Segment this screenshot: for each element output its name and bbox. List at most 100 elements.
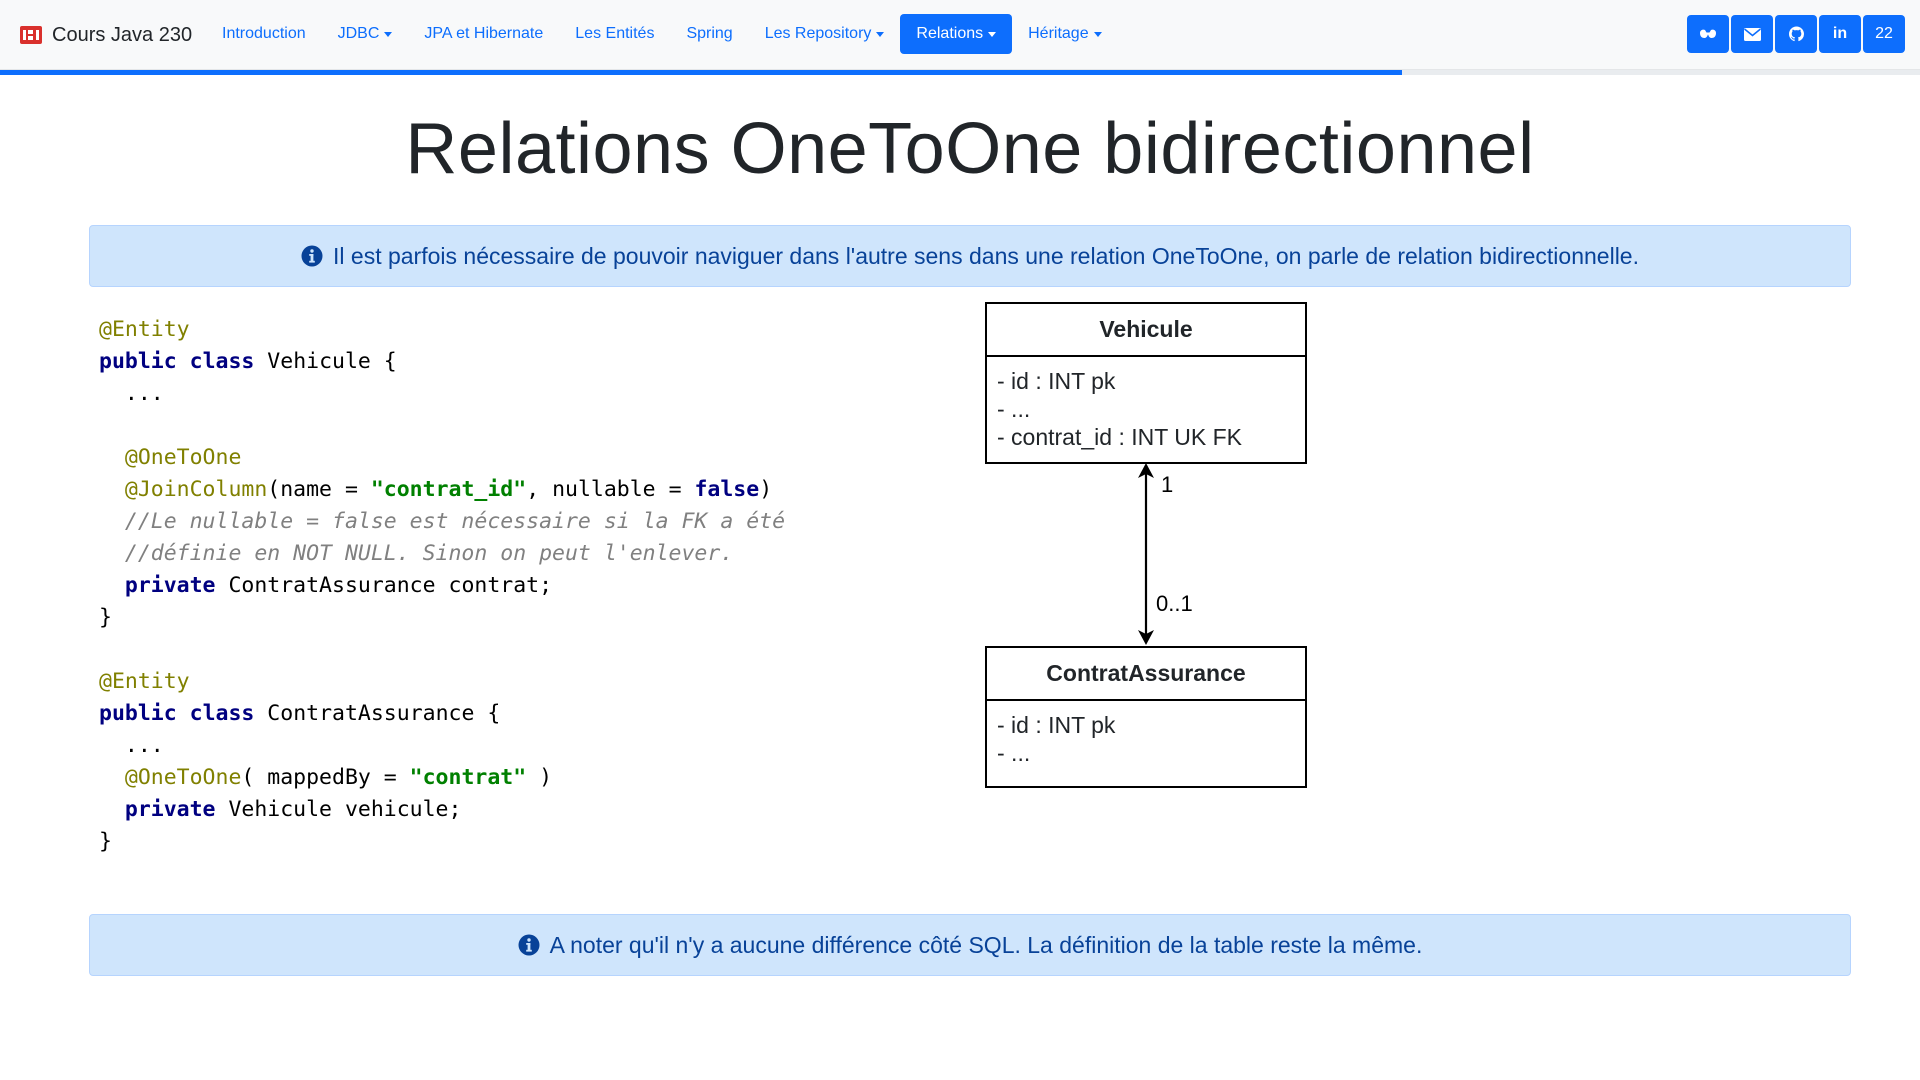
nav-item-les-repository[interactable]: Les Repository	[749, 14, 901, 54]
info-alert-bottom: A noter qu'il n'y a aucune différence cô…	[89, 914, 1851, 976]
code-token: ...	[99, 733, 164, 758]
code-line: @OneToOne( mappedBy = "contrat" )	[99, 762, 785, 794]
code-line: private ContratAssurance contrat;	[99, 570, 785, 602]
code-token: public	[99, 349, 177, 374]
code-line: //définie en NOT NULL. Sinon on peut l'e…	[99, 538, 785, 570]
uml-attribute: - contrat_id : INT UK FK	[997, 424, 1242, 450]
code-token: }	[99, 605, 112, 630]
code-token: @JoinColumn	[124, 477, 268, 502]
code-token: (name =	[267, 477, 371, 502]
code-line: @JoinColumn(name = "contrat_id", nullabl…	[99, 474, 785, 506]
social-links: in 22	[1687, 15, 1905, 55]
uml-attributes: - id : INT pk - ... - contrat_id : INT U…	[987, 357, 1305, 461]
page-number-button[interactable]: 22	[1863, 15, 1905, 53]
nav-item-relations[interactable]: Relations	[900, 14, 1013, 54]
code-token: "contrat_id"	[370, 477, 527, 502]
code-token: ...	[99, 381, 164, 406]
main-menu: Introduction JDBC JPA et Hibernate Les Enti…	[206, 14, 1118, 54]
info-circle-icon	[518, 934, 540, 956]
nav-item-jpa-et-hibernate[interactable]: JPA et Hibernate	[408, 14, 559, 54]
code-token: Vehicule vehicule;	[215, 797, 462, 822]
nav-item-label: Les Entités	[575, 25, 655, 42]
code-token: "contrat"	[409, 765, 527, 790]
code-line: @OneToOne	[99, 442, 785, 474]
email-button[interactable]	[1731, 15, 1773, 53]
github-icon	[1788, 26, 1804, 42]
github-button[interactable]	[1775, 15, 1817, 53]
info-alert-top: Il est parfois nécessaire de pouvoir nav…	[89, 225, 1851, 287]
nav-item-label: Spring	[686, 25, 733, 42]
code-token: ContratAssurance {	[254, 701, 501, 726]
nav-item-héritage[interactable]: Héritage	[1012, 14, 1117, 54]
nav-item-label: Les Repository	[764, 25, 872, 42]
code-token: }	[99, 829, 112, 854]
info-alert-top-text: Il est parfois nécessaire de pouvoir nav…	[333, 242, 1639, 269]
code-token: @Entity	[99, 317, 190, 342]
nav-item-introduction[interactable]: Introduction	[206, 14, 322, 54]
glasses-icon	[1700, 29, 1716, 38]
nav-item-label: Héritage	[1028, 25, 1089, 42]
code-line: public class ContratAssurance {	[99, 698, 785, 730]
code-token: @OneToOne	[124, 445, 242, 470]
glasses-button[interactable]	[1687, 15, 1729, 53]
uml-class-name: ContratAssurance	[987, 648, 1305, 701]
envelope-icon	[1743, 27, 1761, 41]
navbar: Cours Java 230 Introduction JDBC JPA et Hi…	[0, 0, 1920, 70]
code-token: ( mappedBy =	[241, 765, 410, 790]
brand-link[interactable]: Cours Java 230	[20, 20, 192, 50]
nav-item-spring[interactable]: Spring	[670, 14, 748, 54]
code-token: @Entity	[99, 669, 190, 694]
caret-down-icon	[1093, 31, 1102, 37]
page-title: Relations OneToOne bidirectionnel	[405, 109, 1535, 189]
brand-name: Cours Java 230	[52, 23, 193, 46]
nav-item-label: JDBC	[337, 25, 380, 42]
code-line: //Le nullable = false est nécessaire si …	[99, 506, 785, 538]
code-token: )	[759, 477, 773, 502]
linkedin-button[interactable]: in	[1819, 15, 1861, 53]
code-token: //définie en NOT NULL. Sinon on peut l'e…	[124, 541, 734, 566]
multiplicity-top: 1	[1161, 472, 1174, 497]
code-token: class	[189, 349, 255, 374]
nav-item-jdbc[interactable]: JDBC	[322, 14, 409, 54]
uml-attribute: - ...	[997, 740, 1031, 766]
code-line: public class Vehicule {	[99, 346, 785, 378]
nav-item-label: JPA et Hibernate	[424, 25, 544, 42]
uml-attribute: - id : INT pk	[997, 368, 1116, 394]
uml-attribute: - ...	[997, 396, 1031, 422]
code-token: private	[124, 797, 216, 822]
uml-class-vehicule: Vehicule - id : INT pk - ... - contrat_i…	[985, 302, 1307, 464]
multiplicity-bottom: 0..1	[1156, 591, 1193, 616]
code-token: Vehicule {	[254, 349, 397, 374]
code-token: public	[99, 701, 177, 726]
code-line: }	[99, 602, 785, 634]
code-line: ...	[99, 378, 785, 410]
code-token: ContratAssurance contrat;	[215, 573, 553, 598]
code-token: private	[124, 573, 216, 598]
java-code-block: @Entity public class Vehicule { ... @OneT…	[99, 314, 785, 858]
nav-item-label: Relations	[916, 25, 984, 42]
code-token: )	[526, 765, 553, 790]
info-circle-icon	[301, 245, 323, 267]
page-number: 22	[1875, 25, 1893, 42]
nav-item-label: Introduction	[222, 25, 306, 42]
nav-item-les-entités[interactable]: Les Entités	[559, 14, 670, 54]
code-token: @OneToOne	[124, 765, 242, 790]
code-line: @Entity	[99, 314, 785, 346]
caret-down-icon	[384, 31, 393, 37]
caret-down-icon	[876, 31, 885, 37]
association-arrow	[1138, 463, 1154, 645]
uml-class-name: Vehicule	[987, 304, 1305, 357]
caret-down-icon	[988, 31, 997, 37]
code-token: class	[189, 701, 255, 726]
code-line: ...	[99, 730, 785, 762]
